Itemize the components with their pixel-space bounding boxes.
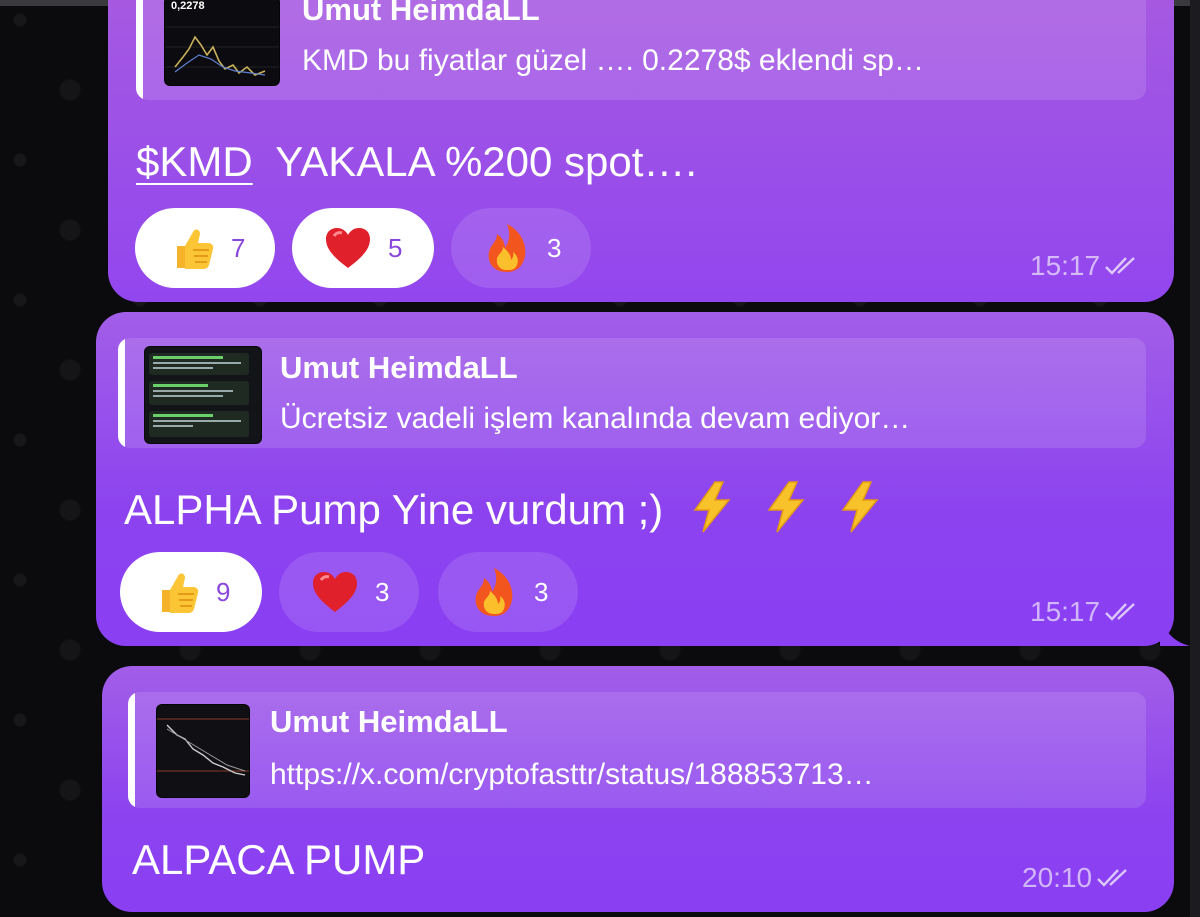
message-text-body: ALPHA Pump Yine vurdum ;) — [124, 486, 664, 533]
reaction-heart[interactable]: 3 — [279, 552, 419, 632]
thumbs-up-icon — [162, 573, 199, 613]
message-bubble[interactable]: Umut HeimdaLL Ücretsiz vadeli işlem kana… — [96, 312, 1174, 646]
reply-link[interactable]: https://x.com/cryptofasttr/status/188853… — [270, 758, 1138, 792]
message-timestamp: 20:10 — [1022, 862, 1136, 894]
reaction-thumbs-up[interactable]: 7 — [135, 208, 275, 288]
reaction-heart[interactable]: 5 — [292, 208, 434, 288]
reaction-thumbs-up[interactable]: 9 — [120, 552, 262, 632]
heart-icon — [313, 572, 357, 612]
double-check-icon — [1097, 869, 1127, 887]
reaction-count: 3 — [547, 232, 562, 263]
fire-icon — [475, 568, 513, 616]
reply-quote-bar — [128, 692, 135, 808]
reply-thumbnail-chart[interactable] — [156, 704, 250, 798]
reaction-fire[interactable]: 3 — [451, 208, 591, 288]
reply-thumbnail-chart[interactable]: 0,2278 — [164, 0, 280, 86]
double-check-icon — [1105, 257, 1135, 275]
reply-author: Umut HeimdaLL — [270, 704, 508, 739]
double-check-icon — [1105, 603, 1135, 621]
reply-quote[interactable]: Umut HeimdaLL Ücretsiz vadeli işlem kana… — [118, 338, 1146, 448]
reaction-count: 7 — [231, 232, 246, 263]
chart-thumbnail-icon — [165, 26, 279, 76]
message-text-body: ALPACA PUMP — [132, 836, 426, 883]
reply-quote-bar — [136, 0, 143, 100]
time-label: 15:17 — [1030, 596, 1101, 627]
reaction-count: 9 — [216, 576, 231, 607]
message-text: ALPACA PUMP — [132, 836, 425, 884]
reply-quote[interactable]: 0,2278 Umut HeimdaLL KMD bu fiyatlar güz… — [136, 0, 1146, 100]
reply-quote[interactable]: Umut HeimdaLL https://x.com/cryptofasttr… — [128, 692, 1146, 808]
message-bubble[interactable]: 0,2278 Umut HeimdaLL KMD bu fiyatlar güz… — [108, 0, 1174, 302]
scrollbar-track[interactable] — [1190, 0, 1200, 917]
message-text: ALPHA Pump Yine vurdum ;) — [124, 480, 905, 534]
chart-thumbnail-icon — [157, 705, 249, 797]
chat-screenshot-icon — [149, 353, 249, 437]
reply-author: Umut HeimdaLL — [302, 0, 540, 27]
reply-text: Ücretsiz vadeli işlem kanalında devam ed… — [280, 402, 911, 435]
reaction-count: 3 — [375, 576, 390, 607]
reply-thumbnail-screenshot[interactable] — [144, 346, 262, 444]
reply-author: Umut HeimdaLL — [280, 350, 518, 385]
message-timestamp: 15:17 — [1030, 596, 1144, 628]
message-text-body: YAKALA %200 spot…. — [275, 138, 698, 185]
bubble-tail — [1160, 614, 1190, 646]
fire-icon — [488, 224, 526, 272]
message-bubble[interactable]: Umut HeimdaLL https://x.com/cryptofasttr… — [102, 666, 1174, 912]
reply-text: KMD bu fiyatlar güzel …. 0.2278$ eklendi… — [302, 44, 924, 77]
thumbnail-price: 0,2278 — [171, 0, 205, 12]
time-label: 15:17 — [1030, 250, 1101, 281]
lightning-emoji-icons — [693, 481, 879, 533]
ticker-link[interactable]: $KMD — [136, 138, 253, 185]
time-label: 20:10 — [1022, 862, 1093, 893]
heart-icon — [326, 228, 370, 268]
reaction-fire[interactable]: 3 — [438, 552, 578, 632]
thumbs-up-icon — [177, 229, 214, 269]
message-timestamp: 15:17 — [1030, 250, 1144, 282]
reaction-count: 5 — [388, 232, 403, 263]
message-text: $KMD YAKALA %200 spot…. — [136, 138, 697, 186]
reaction-count: 3 — [534, 576, 549, 607]
reply-quote-bar — [118, 338, 125, 448]
